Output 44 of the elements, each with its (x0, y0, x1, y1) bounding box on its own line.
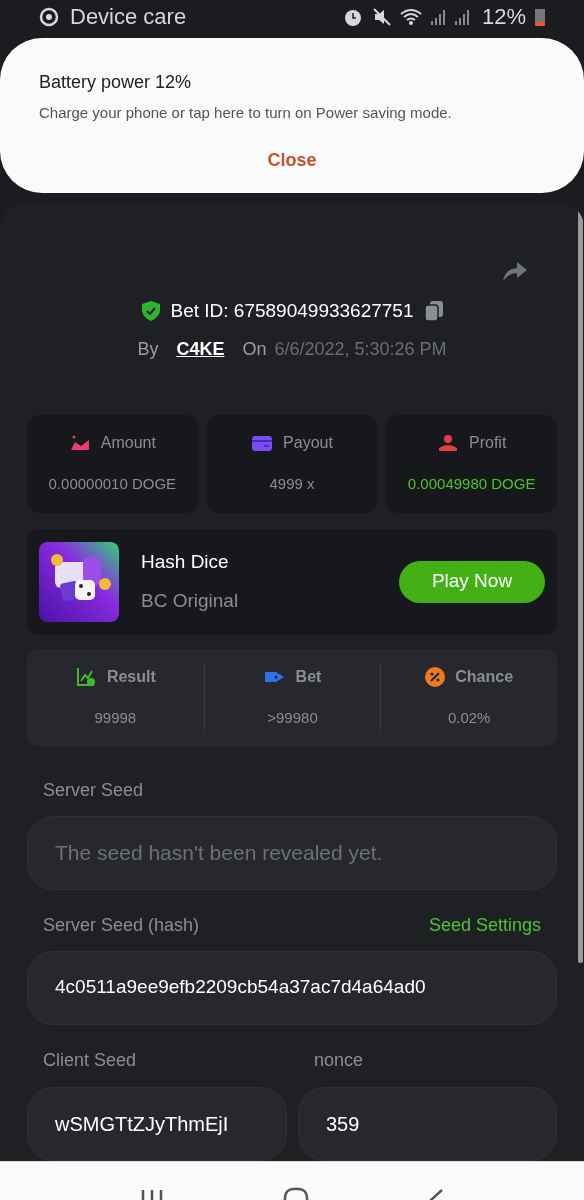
notification-message: Charge your phone or tap here to turn on Power saving mode. (39, 103, 453, 123)
copy-icon[interactable] (423, 300, 444, 323)
app-title: Device care (70, 3, 187, 31)
stat-label: Profit (469, 433, 507, 454)
field-label: Client Seed (43, 1048, 138, 1072)
by-label: By (137, 337, 159, 361)
percent-icon (425, 667, 446, 688)
game-name: Hash Dice (141, 550, 230, 574)
mute-icon (371, 6, 392, 27)
stat-value: 0.00000010 DOGE (48, 474, 177, 495)
shield-check-icon (140, 300, 161, 323)
result-value: 99998 (94, 708, 137, 729)
client-seed-field[interactable]: wSMGTtZJyThmEjI (27, 1086, 287, 1161)
stat-value: 0.00049980 DOGE (407, 474, 536, 495)
close-button[interactable]: Close (267, 146, 317, 174)
field-label: Server Seed (hash) (43, 913, 200, 937)
seed-settings-link[interactable]: Seed Settings (428, 911, 541, 939)
notification-title: Battery power 12% (39, 71, 193, 94)
battery-icon (534, 6, 546, 27)
on-label: On (242, 337, 267, 361)
field-label: Server Seed (43, 778, 145, 802)
result-label: Result (106, 667, 156, 688)
result-label: Chance (455, 667, 514, 688)
card-icon (251, 434, 274, 453)
bet-date: 6/6/2022, 5:30:26 PM (274, 337, 447, 361)
wifi-icon (399, 7, 422, 26)
battery-percent: 12% (481, 3, 526, 31)
game-provider: BC Original (141, 588, 239, 613)
result-label: Bet (295, 667, 322, 688)
user-link[interactable]: C4KE (176, 335, 225, 363)
stat-label: Payout (283, 433, 333, 454)
server-seed-field[interactable]: The seed hasn't been revealed yet. (27, 815, 557, 890)
stat-label: Amount (100, 433, 156, 454)
notification-card[interactable]: Battery power 12% Charge your phone or tap here to turn on Power saving mode. Close (0, 38, 584, 193)
stat-value: 4999 x (269, 474, 315, 495)
bet-id: Bet ID: 67589049933627751 (170, 299, 414, 323)
result-value: 0.02% (447, 708, 491, 729)
server-seed-hash-field[interactable]: 4c0511a9ee9efb2209cb54a37ac7d4a64ad0 (27, 950, 557, 1025)
share-icon[interactable] (501, 259, 529, 283)
chart-check-icon (74, 666, 97, 689)
field-label: nonce (314, 1048, 365, 1072)
nonce-field[interactable]: 359 (298, 1086, 557, 1161)
device-care-icon (38, 5, 60, 28)
result-value: >99980 (267, 708, 318, 729)
